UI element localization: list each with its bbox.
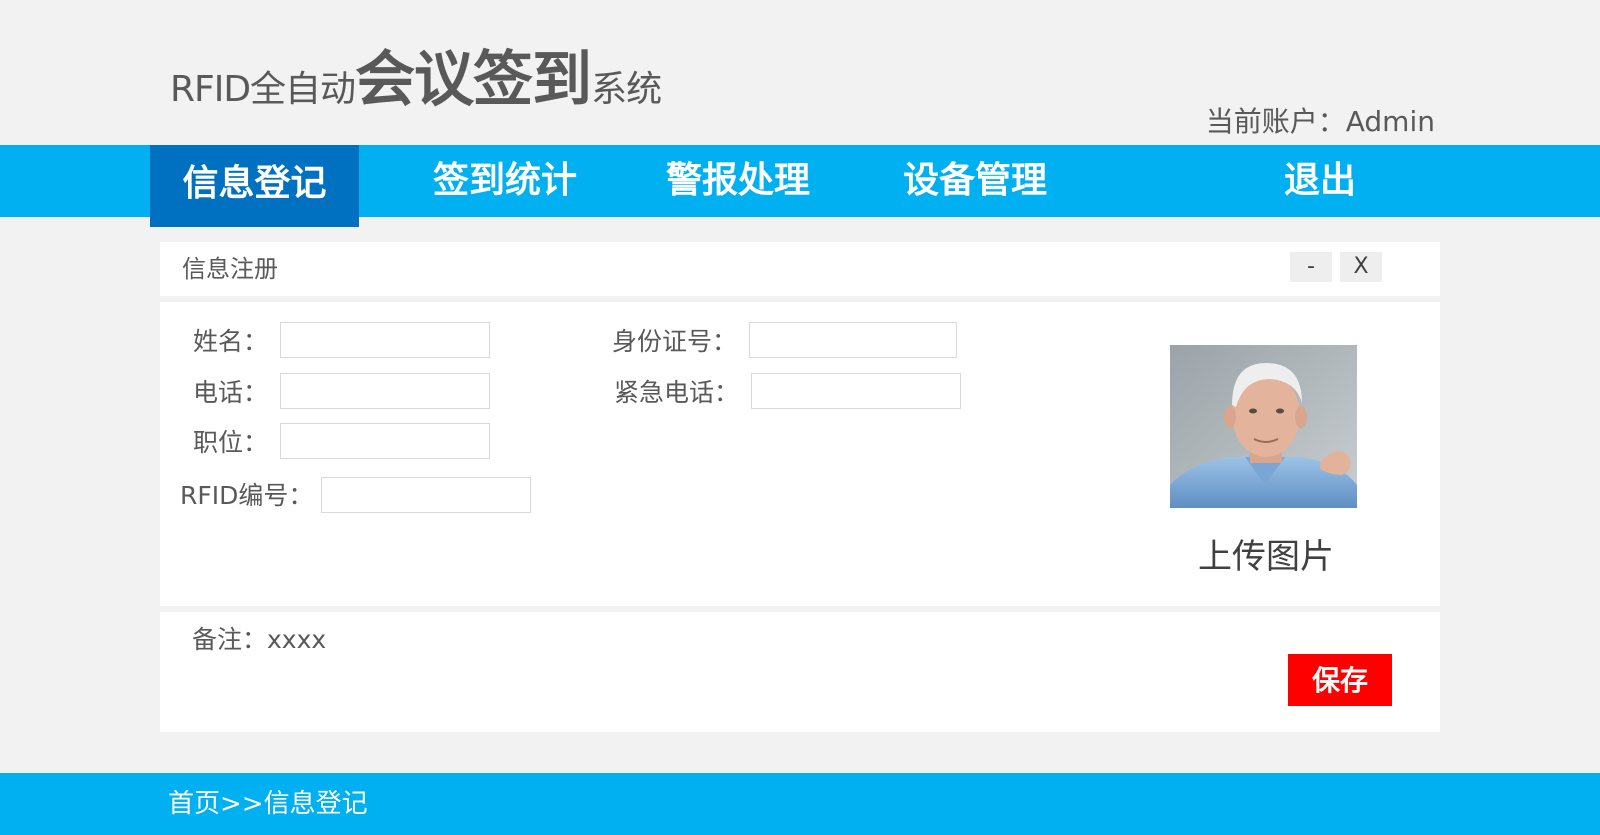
app-title-prefix: RFID全自动	[170, 69, 356, 110]
upload-photo-button[interactable]: 上传图片	[1198, 529, 1334, 578]
panel-footer: 备注：xxxx 保存	[160, 612, 1440, 732]
phone-input[interactable]	[280, 373, 490, 409]
emergency-phone-input[interactable]	[751, 373, 961, 409]
rfid-input[interactable]	[321, 477, 531, 513]
current-account: 当前账户：Admin	[1205, 105, 1435, 138]
save-button[interactable]: 保存	[1288, 654, 1392, 706]
remark-text: 备注：xxxx	[192, 625, 327, 654]
panel-header: 信息注册 - X	[160, 242, 1440, 296]
nav-logout[interactable]: 退出	[1255, 145, 1385, 217]
app-title-suffix: 系统	[591, 69, 662, 110]
rfid-label: RFID编号：	[180, 481, 314, 510]
id-number-label: 身份证号：	[612, 327, 738, 356]
name-input[interactable]	[280, 322, 490, 358]
minimize-button[interactable]: -	[1290, 252, 1332, 282]
footer-bar: 首页>>信息登记	[0, 773, 1600, 835]
app-title-main: 会议签到	[355, 45, 592, 115]
profile-photo	[1170, 345, 1357, 508]
emergency-phone-label: 紧急电话：	[614, 378, 740, 407]
nav-device-management[interactable]: 设备管理	[875, 145, 1075, 217]
position-input[interactable]	[280, 423, 490, 459]
main-nav: 信息登记 签到统计 警报处理 设备管理 退出	[0, 145, 1600, 227]
profile-photo-image	[1170, 345, 1357, 508]
registration-form: 姓名： 电话： 职位： RFID编号： 身份证号： 紧急电话： 上传图片	[160, 302, 1440, 606]
app-title: RFID全自动 会议签到 系统	[170, 42, 662, 115]
id-number-input[interactable]	[749, 322, 957, 358]
close-button[interactable]: X	[1340, 252, 1382, 282]
nav-alarm-handling[interactable]: 警报处理	[638, 145, 838, 217]
phone-label: 电话：	[193, 378, 269, 407]
breadcrumb: 首页>>信息登记	[168, 789, 368, 819]
panel-title: 信息注册	[182, 255, 278, 283]
nav-checkin-stats[interactable]: 签到统计	[405, 145, 605, 217]
name-label: 姓名：	[193, 327, 269, 356]
nav-info-register[interactable]: 信息登记	[150, 145, 359, 227]
position-label: 职位：	[193, 428, 269, 457]
